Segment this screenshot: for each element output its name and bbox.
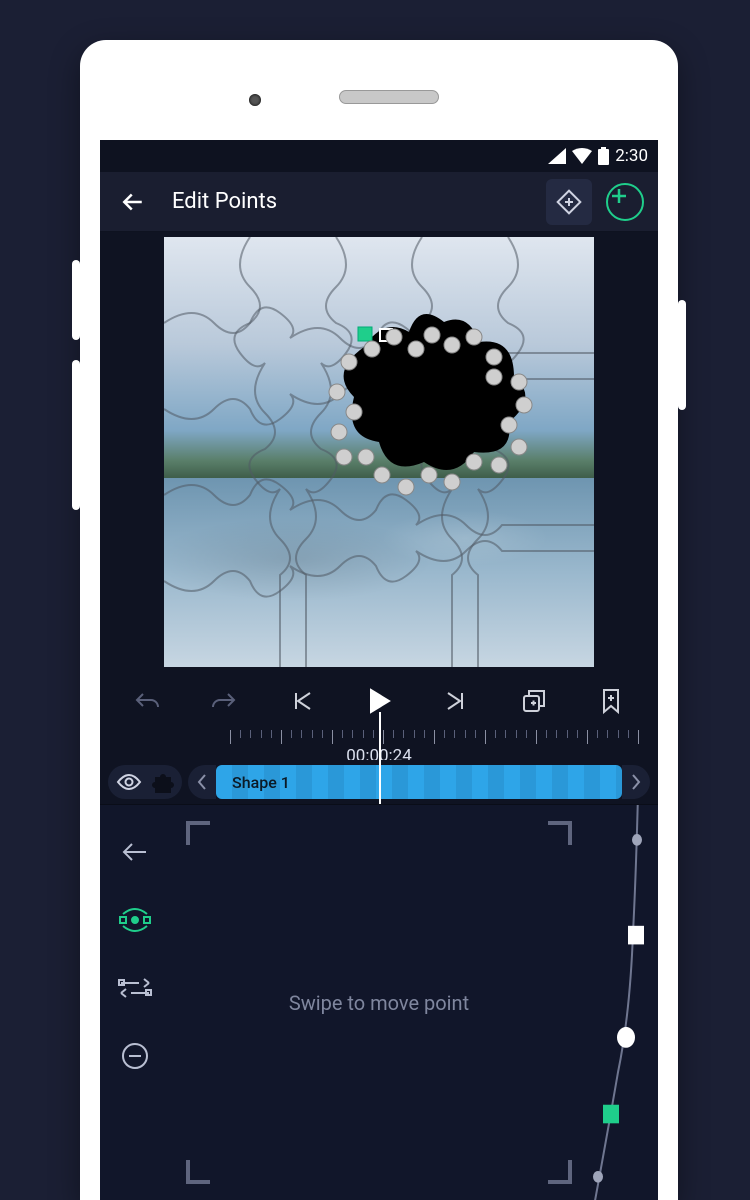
preview-canvas[interactable] [164, 237, 594, 667]
device-frame: 2:30 Edit Points [80, 40, 678, 1200]
add-button[interactable] [602, 179, 648, 225]
ease-handles-icon [117, 977, 153, 999]
panel-back-button[interactable] [110, 827, 160, 877]
status-time: 2:30 [615, 146, 648, 166]
point-handle[interactable] [329, 384, 345, 400]
plus-circle-icon [606, 183, 644, 221]
page-title: Edit Points [172, 189, 277, 214]
point-handle[interactable] [466, 329, 482, 345]
play-icon [367, 688, 391, 714]
prev-clip-button[interactable] [188, 765, 216, 799]
undo-button[interactable] [122, 676, 172, 726]
redo-button[interactable] [199, 676, 249, 726]
point-handle[interactable] [386, 329, 402, 345]
point-handle[interactable] [486, 349, 502, 365]
device-camera [249, 94, 261, 106]
app-toolbar: Edit Points [100, 172, 658, 232]
frame-corner [538, 821, 572, 855]
point-handle[interactable] [341, 354, 357, 370]
skip-end-icon [442, 689, 470, 713]
wifi-icon [572, 148, 592, 164]
point-handle[interactable] [421, 467, 437, 483]
point-handle[interactable] [331, 424, 347, 440]
curve-keyframe-selected[interactable] [603, 1105, 619, 1124]
point-handle[interactable] [424, 327, 440, 343]
visibility-icon[interactable] [116, 773, 142, 791]
ease-tool-button[interactable] [110, 963, 160, 1013]
chevron-right-icon [630, 773, 642, 791]
easing-curve-column[interactable] [588, 805, 658, 1200]
point-handle[interactable] [466, 454, 482, 470]
swipe-move-area[interactable]: Swipe to move point [170, 805, 588, 1200]
cellular-icon [548, 148, 566, 164]
duplicate-icon [521, 688, 547, 714]
preview-canvas-area [100, 232, 658, 672]
curve-node[interactable] [632, 834, 642, 846]
back-button[interactable] [110, 179, 156, 225]
curve-keyframe[interactable] [628, 926, 644, 945]
diamond-plus-icon [552, 185, 586, 219]
point-handle[interactable] [364, 341, 380, 357]
next-clip-button[interactable] [622, 765, 650, 799]
frame-corner [186, 821, 220, 855]
puzzle-piece-icon[interactable] [152, 771, 174, 793]
add-keyframe-button[interactable] [546, 179, 592, 225]
frame-corner [186, 1150, 220, 1184]
skip-end-button[interactable] [431, 676, 481, 726]
point-handle[interactable] [511, 439, 527, 455]
point-handle[interactable] [491, 457, 507, 473]
device-hardware-button [72, 360, 80, 510]
status-bar: 2:30 [100, 140, 658, 172]
app-screen: 2:30 Edit Points [100, 140, 658, 1200]
timeline-track-row: Shape 1 [100, 760, 658, 804]
minus-circle-icon [120, 1041, 150, 1071]
playhead[interactable] [379, 712, 381, 804]
ruler-ticks [230, 730, 638, 744]
curve-tool-icon [117, 906, 153, 934]
back-arrow-icon [120, 840, 150, 864]
curve-tool-button[interactable] [110, 895, 160, 945]
clip-label: Shape 1 [232, 773, 290, 792]
point-handle[interactable] [408, 341, 424, 357]
point-handle[interactable] [346, 404, 362, 420]
point-handle[interactable] [511, 374, 527, 390]
point-handle[interactable] [501, 417, 517, 433]
bookmark-add-icon [600, 687, 622, 715]
remove-point-button[interactable] [110, 1031, 160, 1081]
point-handle[interactable] [398, 479, 414, 495]
device-hardware-button [72, 260, 80, 340]
duplicate-button[interactable] [509, 676, 559, 726]
back-arrow-icon [118, 187, 148, 217]
point-handle[interactable] [486, 369, 502, 385]
frame-corner [538, 1150, 572, 1184]
point-editor-panel: Swipe to move point [100, 804, 658, 1200]
curve-node[interactable] [593, 1171, 603, 1183]
battery-icon [598, 147, 609, 165]
point-handle[interactable] [374, 467, 390, 483]
curve-keyframe[interactable] [617, 1027, 635, 1048]
bookmark-button[interactable] [586, 676, 636, 726]
swipe-hint-text: Swipe to move point [289, 991, 469, 1015]
point-handle[interactable] [444, 474, 460, 490]
timeline-clip[interactable]: Shape 1 [216, 765, 622, 799]
point-handle[interactable] [444, 337, 460, 353]
point-handle[interactable] [516, 397, 532, 413]
panel-tool-rail [100, 805, 170, 1200]
point-handle[interactable] [358, 449, 374, 465]
device-speaker [339, 90, 439, 104]
redo-icon [210, 690, 238, 712]
layer-controls [108, 765, 182, 799]
point-handle[interactable] [336, 449, 352, 465]
undo-icon [133, 690, 161, 712]
track-clip-area: Shape 1 [188, 765, 650, 799]
editable-shape[interactable] [324, 307, 554, 517]
skip-start-icon [288, 689, 316, 713]
device-hardware-button [678, 300, 686, 410]
selected-point-handle[interactable] [358, 327, 372, 341]
chevron-left-icon [196, 773, 208, 791]
skip-start-button[interactable] [277, 676, 327, 726]
